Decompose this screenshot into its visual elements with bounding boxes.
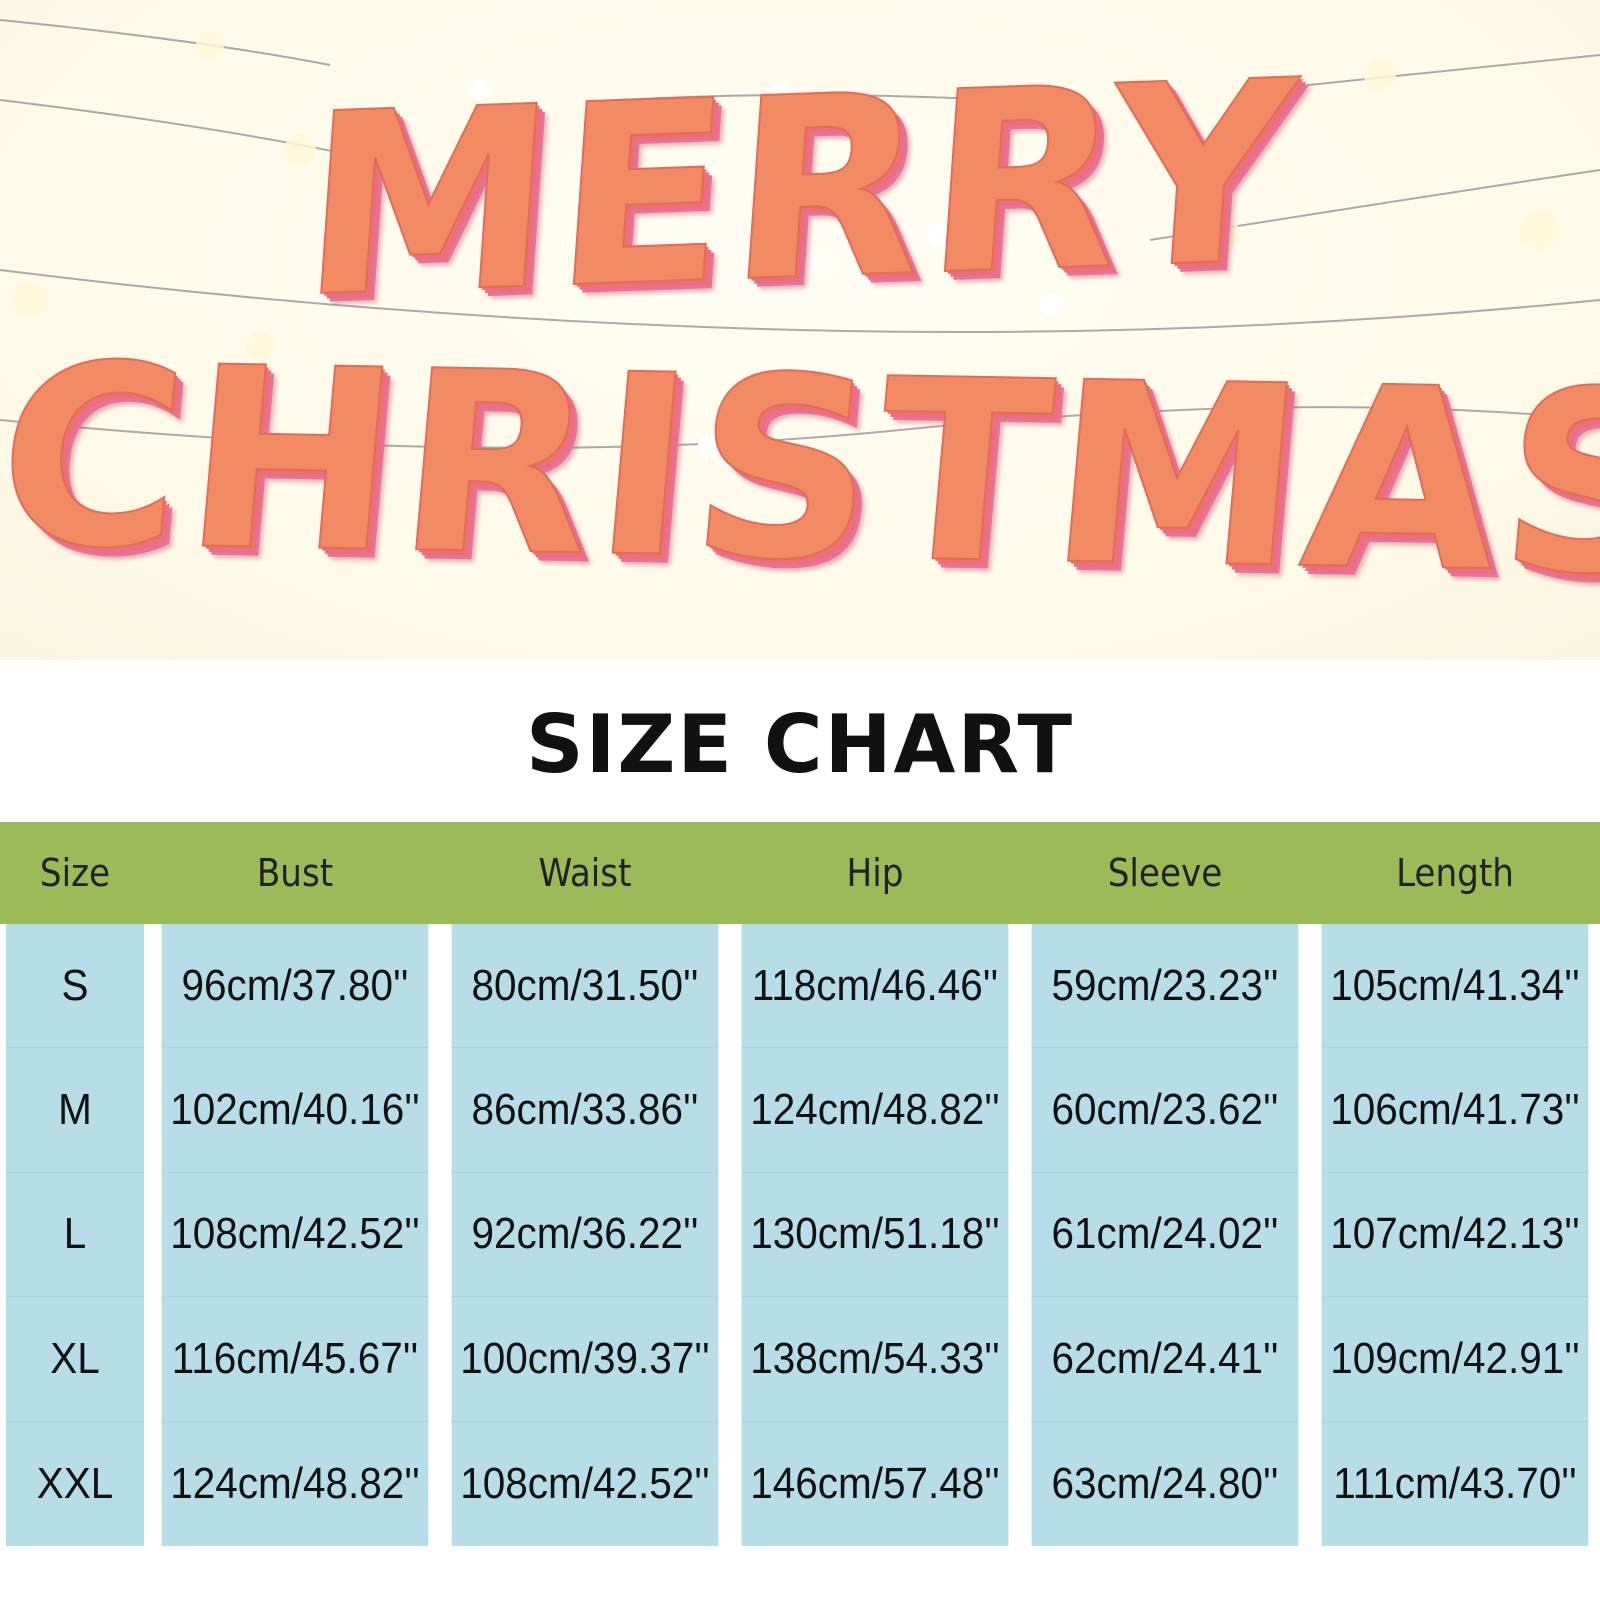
- banner-line-christmas: CHRISTMAS: [0, 309, 1600, 631]
- header-size: Size: [0, 822, 150, 924]
- cell-waist: 86cm/33.86'': [451, 1048, 719, 1173]
- cell-bust: 124cm/48.82'': [161, 1421, 429, 1546]
- cell-hip: 138cm/54.33'': [741, 1297, 1009, 1422]
- cell-hip: 124cm/48.82'': [741, 1048, 1009, 1173]
- cell-waist: 100cm/39.37'': [451, 1297, 719, 1422]
- cell-size: S: [6, 924, 144, 1049]
- cell-sleeve: 63cm/24.80'': [1031, 1421, 1299, 1546]
- cell-bust: 116cm/45.67'': [161, 1297, 429, 1422]
- cell-length: 109cm/42.91'': [1321, 1297, 1589, 1422]
- cell-length: 105cm/41.34'': [1321, 924, 1589, 1049]
- size-chart-title: SIZE CHART: [525, 698, 1075, 791]
- cell-sleeve: 61cm/24.02'': [1031, 1172, 1299, 1298]
- cell-size: M: [6, 1048, 144, 1173]
- header-waist: Waist: [440, 822, 730, 924]
- cell-bust: 102cm/40.16'': [161, 1048, 429, 1173]
- header-length: Length: [1310, 822, 1600, 924]
- cell-bust: 96cm/37.80'': [161, 924, 429, 1049]
- header-sleeve: Sleeve: [1020, 822, 1310, 924]
- cell-length: 111cm/43.70'': [1321, 1421, 1589, 1546]
- cell-hip: 146cm/57.48'': [741, 1421, 1009, 1546]
- cell-size: L: [6, 1172, 144, 1298]
- cell-length: 106cm/41.73'': [1321, 1048, 1589, 1173]
- cell-sleeve: 59cm/23.23'': [1031, 924, 1299, 1049]
- cell-waist: 80cm/31.50'': [451, 924, 719, 1049]
- cell-bust: 108cm/42.52'': [161, 1172, 429, 1298]
- cell-waist: 108cm/42.52'': [451, 1421, 719, 1546]
- cell-sleeve: 60cm/23.62'': [1031, 1048, 1299, 1173]
- christmas-banner: MERRY CHRISTMAS: [0, 0, 1600, 660]
- size-table: Size Bust Waist Hip Sleeve Length S 96cm…: [0, 822, 1600, 1546]
- header-bust: Bust: [150, 822, 440, 924]
- cell-waist: 92cm/36.22'': [451, 1172, 719, 1298]
- cell-size: XXL: [6, 1421, 144, 1546]
- cell-length: 107cm/42.13'': [1321, 1172, 1589, 1298]
- cell-size: XL: [6, 1297, 144, 1422]
- cell-hip: 130cm/51.18'': [741, 1172, 1009, 1298]
- cell-hip: 118cm/46.46'': [741, 924, 1009, 1049]
- cell-sleeve: 62cm/24.41'': [1031, 1297, 1299, 1422]
- header-hip: Hip: [730, 822, 1020, 924]
